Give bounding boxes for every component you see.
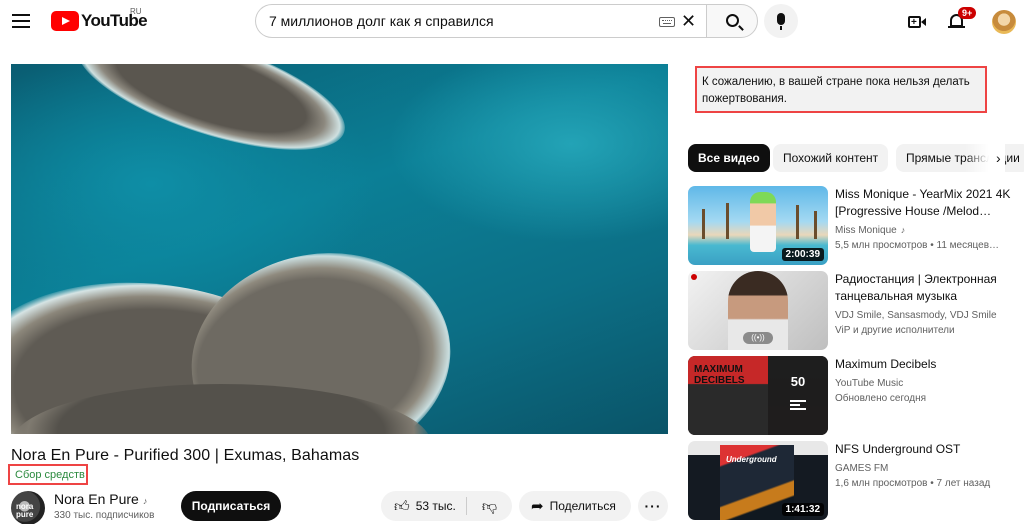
recommendation-item[interactable]: MAXIMUM DECIBELS 50 Maximum Decibels You… [688, 356, 1024, 436]
video-thumbnail[interactable]: Underground 1:41:32 [688, 441, 828, 520]
like-button[interactable]: 👍︎ 53 тыс. [381, 491, 466, 521]
recommendation-channel: GAMES FM [835, 463, 889, 474]
recommendation-item[interactable]: 2:00:39 Miss Monique - YearMix 2021 4K [… [688, 186, 1024, 266]
share-icon: ➦ [531, 498, 544, 515]
video-duration: 2:00:39 [781, 248, 824, 261]
channel-name[interactable]: Nora En Pure ♪ [54, 491, 147, 507]
recommendation-item[interactable]: Underground 1:41:32 NFS Underground OST … [688, 441, 1024, 521]
logo-region: RU [130, 7, 142, 16]
top-bar: YouTube RU 7 миллионов долг как я справи… [0, 0, 1024, 44]
recommendation-channel: VDJ Smile, Sansasmody, VDJ Smile [835, 310, 997, 321]
live-dot-icon [691, 274, 697, 280]
music-note-icon: ♪ [900, 225, 906, 235]
recommendation-meta: ViP и другие исполнители [835, 325, 955, 336]
recommendation-channel: YouTube Music [835, 378, 904, 389]
chevron-right-icon[interactable]: › [996, 150, 1001, 166]
voice-search-button[interactable] [764, 4, 798, 38]
recommendation-item[interactable]: ((•)) Радиостанция | Электронная танцева… [688, 271, 1024, 351]
recommendation-channel: Miss Monique ♪ [835, 225, 906, 236]
account-avatar[interactable] [992, 10, 1016, 34]
video-title: Nora En Pure - Purified 300 | Exumas, Ba… [11, 447, 360, 464]
recommendation-title[interactable]: Miss Monique - YearMix 2021 4K [Progress… [835, 186, 1015, 220]
like-dislike-group: 👍︎ 53 тыс. 👎︎ [381, 491, 512, 521]
youtube-play-icon [51, 11, 79, 31]
dislike-button[interactable]: 👎︎ [467, 491, 512, 521]
playlist-count: 50 [790, 374, 806, 389]
recommendation-title[interactable]: Радиостанция | Электронная танцевальная … [835, 271, 1015, 305]
fundraiser-badge: Сбор средств [8, 464, 88, 485]
microphone-icon [777, 13, 785, 30]
playlist-art-text: MAXIMUM DECIBELS [694, 364, 745, 386]
like-count: 53 тыс. [415, 499, 456, 513]
keyboard-icon[interactable] [659, 17, 675, 27]
subscriber-count: 330 тыс. подписчиков [54, 510, 155, 521]
create-video-button[interactable]: + [905, 10, 929, 34]
playlist-thumbnail[interactable]: MAXIMUM DECIBELS 50 [688, 356, 828, 435]
video-thumbnail[interactable]: 2:00:39 [688, 186, 828, 265]
subscribe-button[interactable]: Подписаться [181, 491, 281, 521]
donation-notice: К сожалению, в вашей стране пока нельзя … [695, 66, 987, 113]
recommendation-title[interactable]: NFS Underground OST [835, 441, 1015, 458]
video-player[interactable] [11, 64, 668, 434]
game-cover-text: Underground [726, 455, 777, 464]
clear-search-icon[interactable]: ✕ [681, 11, 696, 31]
plus-icon: + [911, 17, 917, 28]
thumbs-down-icon: 👎︎ [481, 497, 498, 515]
notifications-badge: 9+ [958, 7, 977, 19]
channel-avatar[interactable]: nora pure [11, 491, 45, 524]
music-note-icon: ♪ [142, 496, 148, 506]
recommendation-meta: 1,6 млн просмотров • 7 лет назад [835, 478, 991, 489]
notifications-button[interactable]: 9+ [947, 7, 977, 36]
hamburger-menu-icon[interactable] [11, 12, 31, 30]
chip-all-videos[interactable]: Все видео [688, 144, 770, 172]
thumbs-up-icon: 👍︎ [394, 497, 410, 515]
video-duration: 1:41:32 [781, 503, 824, 516]
search-button[interactable] [706, 4, 758, 38]
recommendation-meta: Обновлено сегодня [835, 393, 927, 404]
fundraiser-label[interactable]: Сбор средств [15, 469, 85, 481]
playlist-icon [790, 400, 806, 410]
search-input[interactable]: 7 миллионов долг как я справился ✕ [255, 4, 706, 38]
playlist-overlay: 50 [768, 356, 828, 435]
search-query-text: 7 миллионов долг как я справился [269, 13, 494, 29]
search-icon [726, 14, 739, 27]
recommendation-title[interactable]: Maximum Decibels [835, 356, 1015, 373]
video-thumbnail[interactable]: ((•)) [688, 271, 828, 350]
chip-related[interactable]: Похожий контент [773, 144, 889, 172]
share-button[interactable]: ➦ Поделиться [519, 491, 631, 521]
more-actions-button[interactable]: ··· [638, 491, 668, 521]
recommendation-meta: 5,5 млн просмотров • 11 месяцев… [835, 240, 1000, 251]
live-broadcast-icon: ((•)) [743, 332, 773, 344]
share-label: Поделиться [549, 499, 616, 513]
donation-notice-text: К сожалению, в вашей стране пока нельзя … [702, 76, 970, 105]
